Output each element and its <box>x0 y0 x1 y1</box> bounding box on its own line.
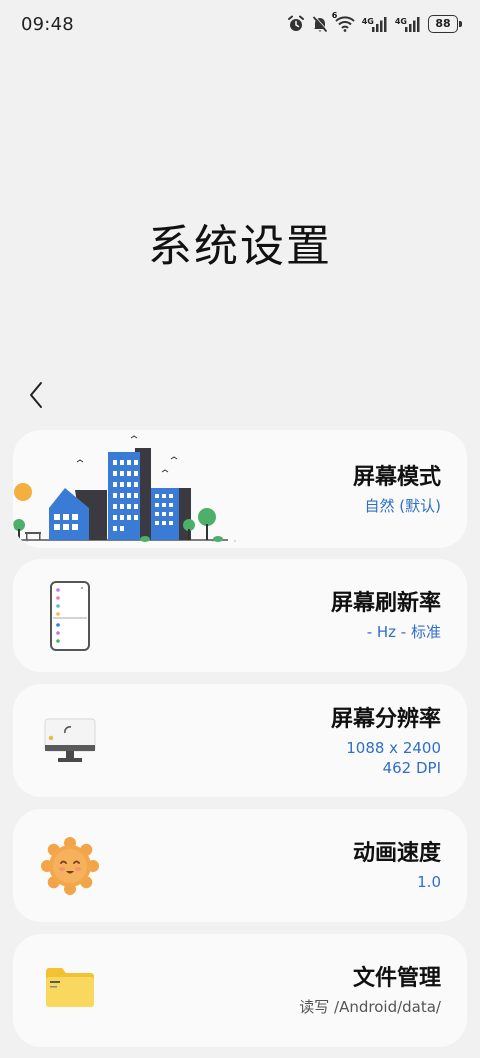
page-title: 系统设置 <box>148 221 332 272</box>
refresh-rate-card[interactable]: 屏幕刷新率 - Hz - 标准 <box>13 559 467 672</box>
animation-speed-value: 1.0 <box>417 873 441 891</box>
monitor-icon <box>43 717 97 771</box>
refresh-rate-value: - Hz - 标准 <box>366 623 441 641</box>
resolution-value: 1088 x 2400 <box>346 739 441 757</box>
resolution-title: 屏幕分辨率 <box>330 707 441 732</box>
back-button[interactable] <box>20 375 52 415</box>
cell-label-2: 4G <box>394 17 407 26</box>
resolution-card[interactable]: 屏幕分辨率 1088 x 2400 462 DPI <box>13 684 467 797</box>
file-management-value: 读写 /Android/data/ <box>299 998 441 1016</box>
refresh-rate-text: 屏幕刷新率 - Hz - 标准 <box>331 590 441 642</box>
sun-face-icon <box>41 837 99 899</box>
phone-icon <box>49 580 91 656</box>
file-management-card[interactable]: 文件管理 读写 /Android/data/ <box>13 934 467 1047</box>
battery-icon: 88 <box>428 15 462 33</box>
file-management-text: 文件管理 读写 /Android/data/ <box>299 965 441 1017</box>
file-management-title: 文件管理 <box>352 966 441 991</box>
status-time: 09:48 <box>21 14 74 35</box>
animation-speed-title: 动画速度 <box>352 841 441 866</box>
animation-speed-text: 动画速度 1.0 <box>353 840 441 892</box>
wifi-icon: 6 <box>332 11 355 32</box>
screen-mode-text: 屏幕模式 自然 (默认) <box>353 464 441 516</box>
dpi-value: 462 DPI <box>382 759 441 777</box>
resolution-text: 屏幕分辨率 1088 x 2400 462 DPI <box>331 706 441 778</box>
screen-mode-card[interactable]: 屏幕模式 自然 (默认) <box>13 430 467 548</box>
folder-icon <box>44 965 96 1013</box>
screen-mode-value: 自然 (默认) <box>364 497 441 515</box>
animation-speed-card[interactable]: 动画速度 1.0 <box>13 809 467 922</box>
mute-icon <box>312 15 328 33</box>
chevron-left-icon <box>30 382 42 408</box>
screen-mode-title: 屏幕模式 <box>352 465 441 490</box>
cell-signal-1: 4G <box>362 16 388 32</box>
city-illustration-icon <box>13 430 243 548</box>
cell-signal-2: 4G <box>395 16 421 32</box>
cell-label-1: 4G <box>361 17 374 26</box>
status-bar: 09:48 6 4G 4G 88 <box>0 0 480 48</box>
status-icons: 6 4G 4G 88 <box>287 11 462 36</box>
wifi-label: 6 <box>331 11 338 20</box>
refresh-rate-title: 屏幕刷新率 <box>330 591 441 616</box>
alarm-icon <box>287 15 305 33</box>
